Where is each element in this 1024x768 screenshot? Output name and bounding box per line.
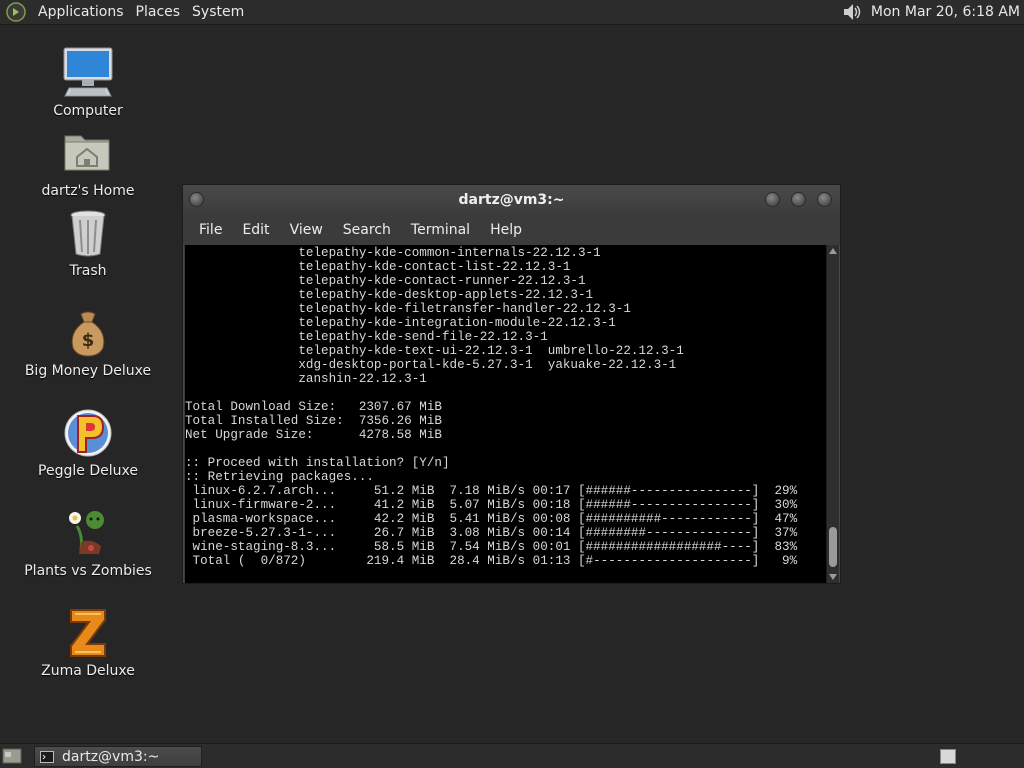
desktop-icon-label: Zuma Deluxe	[41, 663, 135, 679]
desktop-icon-label: Plants vs Zombies	[24, 563, 152, 579]
terminal-titlebar[interactable]: dartz@vm3:~	[183, 185, 840, 215]
places-menu[interactable]: Places	[130, 0, 187, 25]
terminal-line: Total ( 0/872) 219.4 MiB 28.4 MiB/s 01:1…	[185, 554, 798, 568]
zuma-icon	[70, 609, 106, 657]
terminal-line: telepathy-kde-contact-list-22.12.3-1	[185, 260, 571, 274]
terminal-line: :: Retrieving packages...	[185, 470, 374, 484]
main-menu: Applications Places System	[0, 0, 250, 25]
terminal-line: telepathy-kde-text-ui-22.12.3-1 umbrello…	[185, 344, 684, 358]
terminal-line: telepathy-kde-common-internals-22.12.3-1	[185, 246, 601, 260]
menu-search[interactable]: Search	[333, 215, 401, 245]
clock[interactable]: Mon Mar 20, 6:18 AM	[871, 4, 1024, 20]
terminal-line: breeze-5.27.3-1-... 26.7 MiB 3.08 MiB/s …	[185, 526, 798, 540]
menu-help[interactable]: Help	[480, 215, 532, 245]
menu-terminal[interactable]: Terminal	[401, 215, 480, 245]
terminal-line: xdg-desktop-portal-kde-5.27.3-1 yakuake-…	[185, 358, 677, 372]
desktop-icon-trash[interactable]: Trash	[18, 206, 158, 280]
gnome-foot-icon[interactable]	[6, 2, 26, 22]
show-desktop-icon[interactable]	[2, 747, 22, 765]
menu-edit[interactable]: Edit	[232, 215, 279, 245]
home-folder-icon	[64, 135, 110, 171]
peggle-icon	[64, 409, 112, 457]
window-title: dartz@vm3:~	[458, 192, 565, 208]
maximize-button[interactable]	[791, 192, 806, 207]
terminal-line: Total Installed Size: 7356.26 MiB	[185, 414, 442, 428]
desktop-icon-big-money-deluxe[interactable]: $ Big Money Deluxe	[18, 306, 158, 380]
terminal-line: Net Upgrade Size: 4278.58 MiB	[185, 428, 442, 442]
terminal-window[interactable]: dartz@vm3:~ File Edit View Search Termin…	[182, 184, 841, 584]
desktop-icon-zuma-deluxe[interactable]: Zuma Deluxe	[18, 606, 158, 680]
terminal-line: :: Proceed with installation? [Y/n]	[185, 456, 450, 470]
money-bag-icon: $	[71, 311, 105, 357]
volume-icon[interactable]	[841, 1, 863, 23]
scrollbar-thumb[interactable]	[829, 527, 837, 567]
terminal-line: telepathy-kde-contact-runner-22.12.3-1	[185, 274, 586, 288]
taskbar-button-terminal[interactable]: dartz@vm3:~	[34, 746, 202, 767]
taskbar-button-label: dartz@vm3:~	[62, 748, 160, 765]
desktop-icon-label: Peggle Deluxe	[38, 463, 138, 479]
desktop-icon-label: dartz's Home	[41, 183, 135, 199]
terminal-line: telepathy-kde-filetransfer-handler-22.12…	[185, 302, 631, 316]
terminal-output[interactable]: telepathy-kde-common-internals-22.12.3-1…	[185, 245, 826, 583]
menu-file[interactable]: File	[189, 215, 232, 245]
desktop-icon-peggle-deluxe[interactable]: Peggle Deluxe	[18, 406, 158, 480]
system-menu[interactable]: System	[186, 0, 250, 25]
trash-icon	[70, 210, 106, 257]
scroll-up-arrow-icon[interactable]	[829, 248, 837, 254]
terminal-line: telepathy-kde-integration-module-22.12.3…	[185, 316, 616, 330]
menu-view[interactable]: View	[280, 215, 333, 245]
panel-tray: Mon Mar 20, 6:18 AM	[841, 0, 1024, 25]
bottom-panel: dartz@vm3:~	[0, 743, 1024, 768]
svg-text:$: $	[82, 330, 95, 351]
desktop-icon-label: Computer	[53, 103, 123, 119]
desktop-icon-home[interactable]: dartz's Home	[18, 126, 158, 200]
minimize-button[interactable]	[765, 192, 780, 207]
terminal-line: plasma-workspace... 42.2 MiB 5.41 MiB/s …	[185, 512, 798, 526]
desktop-icon-label: Trash	[69, 263, 107, 279]
terminal-menubar: File Edit View Search Terminal Help	[183, 215, 840, 245]
desktop-icon-plants-vs-zombies[interactable]: Plants vs Zombies	[18, 506, 158, 580]
applications-menu[interactable]: Applications	[32, 0, 130, 25]
workspace-switcher[interactable]	[940, 749, 956, 764]
terminal-line: linux-firmware-2... 41.2 MiB 5.07 MiB/s …	[185, 498, 798, 512]
top-panel: Applications Places System Mon Mar 20, 6…	[0, 0, 1024, 25]
computer-icon	[63, 47, 113, 97]
desktop-icon-computer[interactable]: Computer	[18, 46, 158, 120]
terminal-icon	[40, 750, 54, 763]
close-button[interactable]	[817, 192, 832, 207]
terminal-line: telepathy-kde-desktop-applets-22.12.3-1	[185, 288, 594, 302]
terminal-scrollbar[interactable]	[826, 245, 839, 583]
terminal-line: linux-6.2.7.arch... 51.2 MiB 7.18 MiB/s …	[185, 484, 798, 498]
terminal-line: telepathy-kde-send-file-22.12.3-1	[185, 330, 548, 344]
scroll-down-arrow-icon[interactable]	[829, 574, 837, 580]
terminal-line: wine-staging-8.3... 58.5 MiB 7.54 MiB/s …	[185, 540, 798, 554]
plants-vs-zombies-icon	[69, 511, 104, 554]
desktop-icon-label: Big Money Deluxe	[24, 363, 152, 379]
terminal-line: Total Download Size: 2307.67 MiB	[185, 400, 442, 414]
window-menu-button[interactable]	[189, 192, 204, 207]
terminal-line: zanshin-22.12.3-1	[185, 372, 427, 386]
